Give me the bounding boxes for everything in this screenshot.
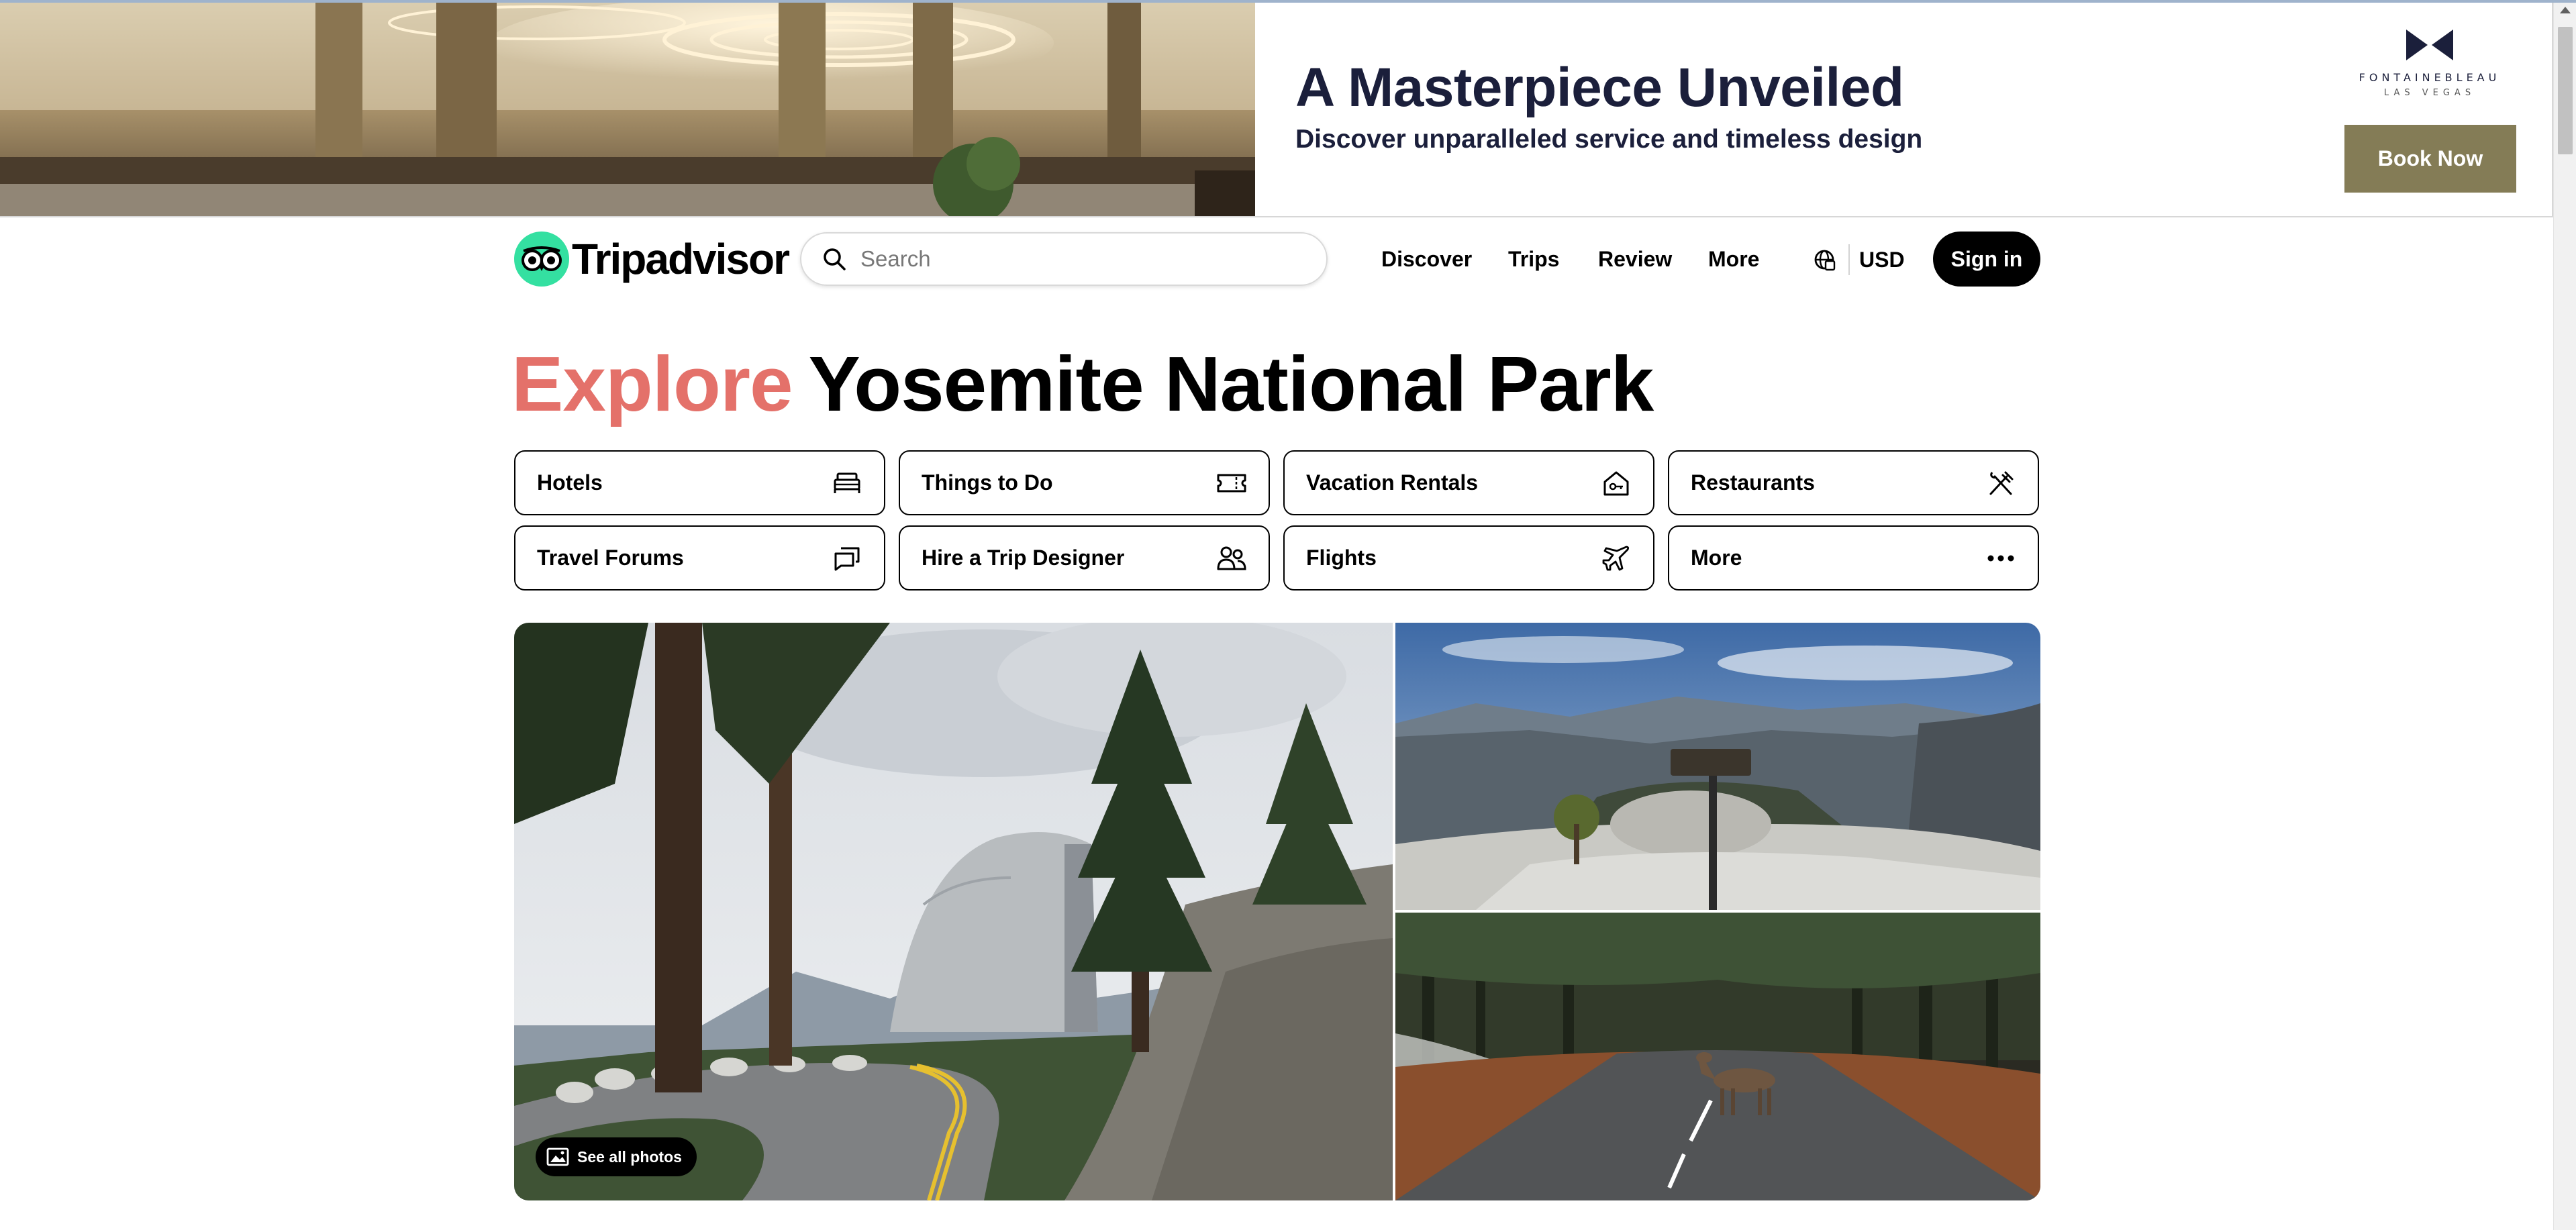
page-title-place: Yosemite National Park	[808, 340, 1654, 427]
see-all-photos-button[interactable]: See all photos	[536, 1137, 697, 1176]
airplane-icon	[1601, 543, 1632, 574]
category-label: Vacation Rentals	[1306, 470, 1479, 495]
category-label: More	[1691, 546, 1742, 570]
fork-knife-icon	[1985, 468, 2016, 499]
nav-more[interactable]: More	[1708, 240, 1759, 278]
search-icon	[824, 248, 846, 270]
scrollbar-thumb[interactable]	[2558, 27, 2573, 154]
category-label: Flights	[1306, 546, 1377, 570]
category-things-to-do[interactable]: Things to Do	[899, 450, 1270, 515]
page-scrollbar[interactable]	[2553, 3, 2576, 1230]
category-hire-trip-designer[interactable]: Hire a Trip Designer	[899, 525, 1270, 591]
page-title: Explore Yosemite National Park	[511, 339, 1654, 429]
category-hotels[interactable]: Hotels	[514, 450, 885, 515]
search-bar[interactable]	[800, 232, 1328, 286]
ad-brand-logo[interactable]: FONTAINEBLEAU LAS VEGAS	[2342, 30, 2517, 117]
photo-canyon-overlook[interactable]	[1395, 623, 2040, 910]
scroll-up-arrow-icon[interactable]	[2560, 7, 2571, 13]
tripadvisor-logo[interactable]: Tripadvisor	[514, 230, 790, 287]
category-more[interactable]: More	[1668, 525, 2039, 591]
ad-brand-city: LAS VEGAS	[2383, 88, 2476, 98]
house-key-icon	[1601, 468, 1632, 499]
see-all-photos-label: See all photos	[577, 1147, 682, 1166]
category-flights[interactable]: Flights	[1283, 525, 1654, 591]
logo-wordmark: Tripadvisor	[572, 234, 790, 283]
nav-review[interactable]: Review	[1598, 240, 1672, 278]
category-label: Things to Do	[922, 470, 1053, 495]
photo-icon	[546, 1147, 569, 1166]
owl-eyes-icon	[514, 231, 569, 287]
book-now-button[interactable]: Book Now	[2344, 125, 2516, 193]
category-restaurants[interactable]: Restaurants	[1668, 450, 2039, 515]
sign-in-button[interactable]: Sign in	[1933, 232, 2040, 287]
category-label: Restaurants	[1691, 470, 1815, 495]
category-travel-forums[interactable]: Travel Forums	[514, 525, 885, 591]
globe-icon	[1814, 250, 1836, 271]
ad-image-hotel-lobby[interactable]	[0, 3, 1255, 216]
bed-icon	[832, 468, 862, 499]
nav-discover[interactable]: Discover	[1381, 240, 1472, 278]
category-label: Travel Forums	[537, 546, 684, 570]
category-label: Hire a Trip Designer	[922, 546, 1125, 570]
search-input[interactable]	[860, 246, 1297, 272]
chat-bubbles-icon	[832, 543, 862, 574]
category-label: Hotels	[537, 470, 603, 495]
ad-title[interactable]: A Masterpiece Unveiled	[1295, 56, 1904, 119]
ad-brand-name: FONTAINEBLEAU	[2359, 71, 2501, 84]
people-icon	[1216, 543, 1247, 574]
bowtie-logo-icon	[2406, 30, 2453, 60]
photo-half-dome-road[interactable]: See all photos	[514, 623, 1393, 1200]
ticket-icon	[1216, 468, 1247, 499]
currency-divider	[1848, 244, 1850, 275]
page-title-accent: Explore	[511, 340, 793, 427]
nav-trips[interactable]: Trips	[1508, 240, 1559, 278]
photo-gallery[interactable]: See all photos	[514, 623, 2040, 1200]
ad-subtitle: Discover unparalleled service and timele…	[1295, 125, 1923, 154]
category-vacation-rentals[interactable]: Vacation Rentals	[1283, 450, 1654, 515]
photo-deer-on-road[interactable]	[1395, 913, 2040, 1200]
currency-selector[interactable]: USD	[1812, 243, 1905, 276]
ad-banner[interactable]: A Masterpiece Unveiled Discover unparall…	[0, 3, 2553, 217]
more-dots-icon	[1985, 543, 2016, 574]
currency-label: USD	[1859, 247, 1905, 272]
